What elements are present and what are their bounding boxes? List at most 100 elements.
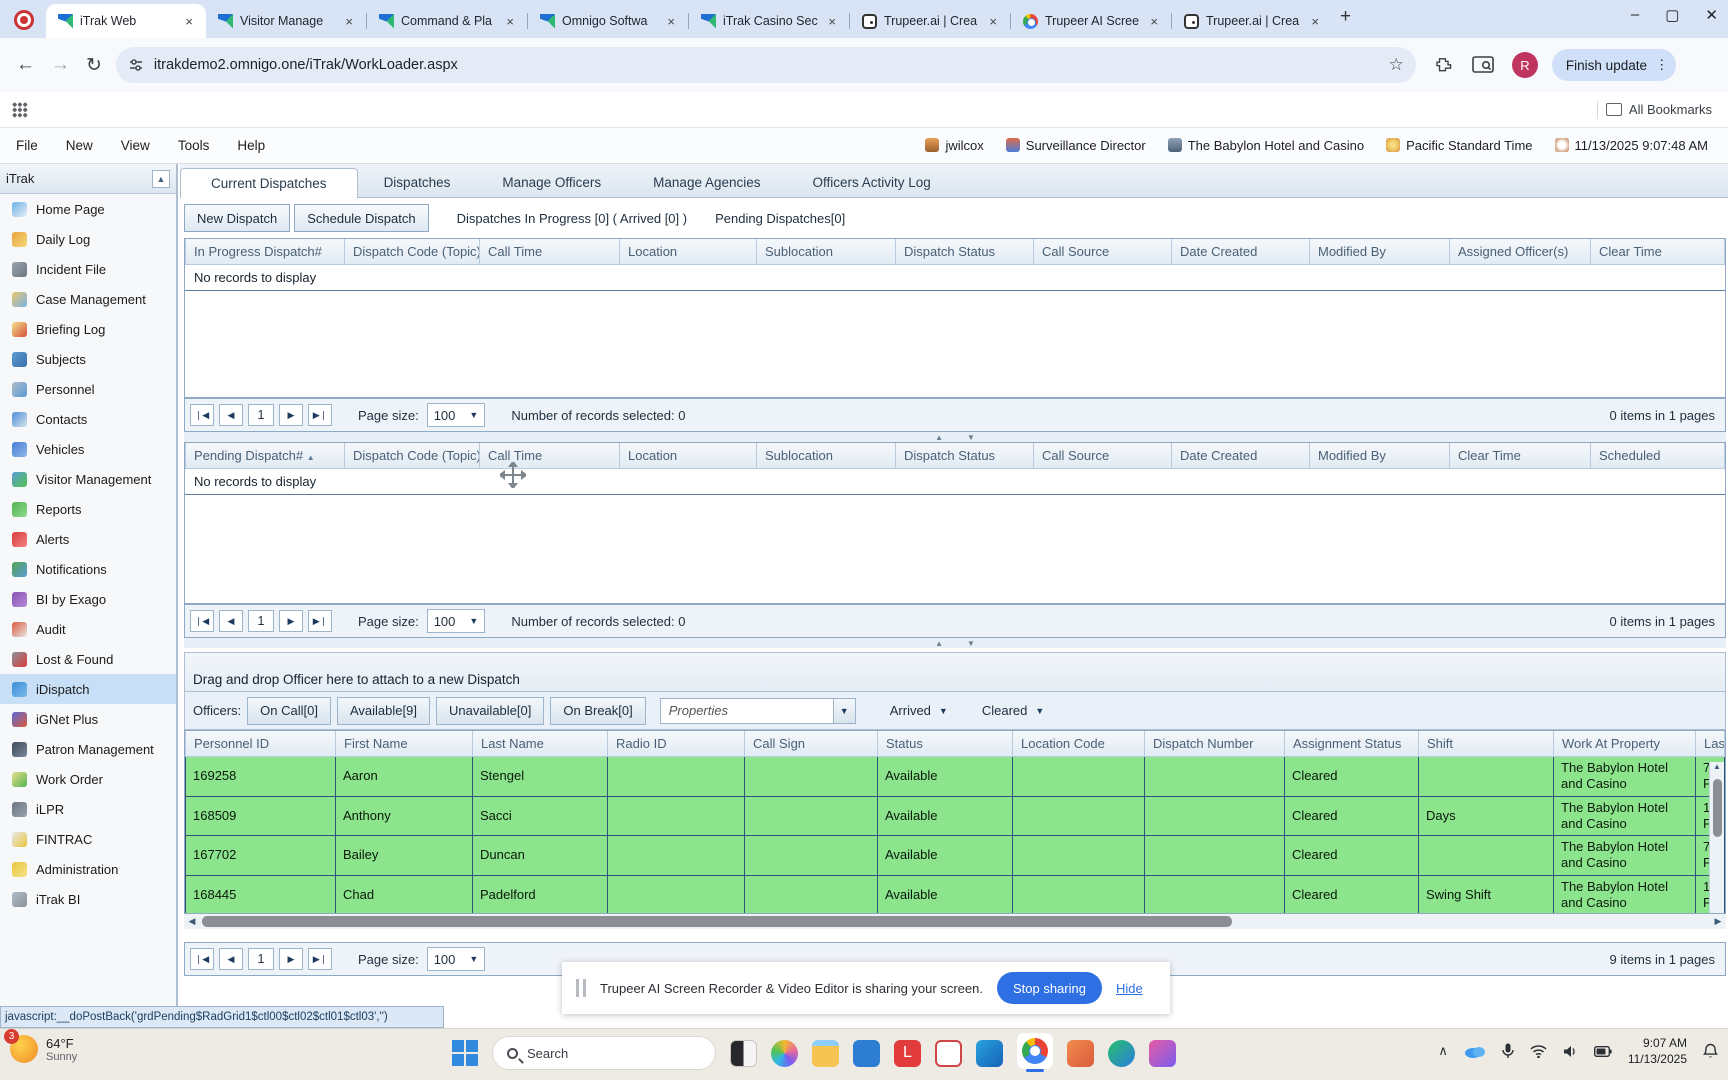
- sidebar-item-case-management[interactable]: Case Management: [0, 284, 176, 314]
- browser-tab-command-pla[interactable]: Command & Pla ×: [367, 4, 527, 38]
- col-date-created[interactable]: Date Created: [1172, 443, 1310, 469]
- page-number-input[interactable]: 1: [248, 610, 274, 632]
- bookmark-star-icon[interactable]: ☆: [1389, 55, 1404, 75]
- tab-close-icon[interactable]: ×: [503, 14, 517, 29]
- l-app-icon[interactable]: L: [894, 1040, 921, 1067]
- store-app-icon[interactable]: [853, 1040, 880, 1067]
- col-modified-by[interactable]: Modified By: [1310, 443, 1450, 469]
- page-size-select[interactable]: 100▼: [427, 947, 486, 971]
- col-call-source[interactable]: Call Source: [1034, 239, 1172, 265]
- col-date-created[interactable]: Date Created: [1172, 239, 1310, 265]
- sidebar-item-contacts[interactable]: Contacts: [0, 404, 176, 434]
- officer-row[interactable]: 167702BaileyDuncanAvailableClearedThe Ba…: [186, 836, 1725, 876]
- browser-tab-omnigo-software[interactable]: Omnigo Softwa ×: [528, 4, 688, 38]
- dispatches-in-progress-link[interactable]: Dispatches In Progress [0] ( Arrived [0]…: [457, 211, 687, 226]
- speaker-icon[interactable]: [1563, 1045, 1578, 1058]
- col-radio-id[interactable]: Radio ID: [608, 731, 745, 757]
- prev-page-button[interactable]: ◀: [219, 404, 243, 426]
- new-tab-button[interactable]: +: [1340, 6, 1351, 28]
- last-page-button[interactable]: ▶❘: [308, 948, 332, 970]
- sidebar-item-notifications[interactable]: Notifications: [0, 554, 176, 584]
- col-work-at-property[interactable]: Work At Property: [1554, 731, 1696, 757]
- sidebar-item-briefing-log[interactable]: Briefing Log: [0, 314, 176, 344]
- grid-splitter[interactable]: ▲▼: [184, 432, 1726, 442]
- url-text[interactable]: itrakdemo2.omnigo.one/iTrak/WorkLoader.a…: [154, 57, 1389, 73]
- col-dispatch-status[interactable]: Dispatch Status: [896, 443, 1034, 469]
- taskbar-clock[interactable]: 9:07 AM 11/13/2025: [1628, 1035, 1687, 1067]
- sidebar-item-work-order[interactable]: Work Order: [0, 764, 176, 794]
- sidebar-item-personnel[interactable]: Personnel: [0, 374, 176, 404]
- stop-sharing-button[interactable]: Stop sharing: [997, 972, 1102, 1004]
- scrollbar-thumb[interactable]: [202, 916, 1232, 927]
- microphone-icon[interactable]: [1502, 1043, 1514, 1059]
- sidebar-item-itrak-bi[interactable]: iTrak BI: [0, 884, 176, 914]
- col-dispatch-code[interactable]: Dispatch Code (Topic): [345, 239, 480, 265]
- sidebar-item-idispatch[interactable]: iDispatch: [0, 674, 176, 704]
- file-explorer-icon[interactable]: [812, 1040, 839, 1067]
- sidebar-item-ilpr[interactable]: iLPR: [0, 794, 176, 824]
- finish-update-button[interactable]: Finish update ⋮: [1552, 49, 1677, 81]
- meet-app-icon[interactable]: [1108, 1040, 1135, 1067]
- sidebar-item-visitor-management[interactable]: Visitor Management: [0, 464, 176, 494]
- sidebar-item-alerts[interactable]: Alerts: [0, 524, 176, 554]
- menu-view[interactable]: View: [121, 138, 150, 153]
- scrollbar-thumb[interactable]: [1713, 779, 1722, 837]
- pending-dispatches-link[interactable]: Pending Dispatches[0]: [715, 211, 845, 226]
- hide-banner-link[interactable]: Hide: [1116, 981, 1143, 996]
- col-shift[interactable]: Shift: [1419, 731, 1554, 757]
- mail-app-icon[interactable]: [976, 1040, 1003, 1067]
- tab-officers-activity-log[interactable]: Officers Activity Log: [787, 168, 957, 197]
- sidebar-collapse-button[interactable]: ▲: [152, 170, 170, 188]
- splitter-up-icon[interactable]: ▲: [935, 639, 943, 648]
- col-pending-dispatch[interactable]: Pending Dispatch# ▲: [186, 443, 345, 469]
- col-last-name[interactable]: Last Name: [473, 731, 608, 757]
- maximize-button[interactable]: ▢: [1665, 6, 1679, 24]
- tab-dispatches[interactable]: Dispatches: [358, 168, 477, 197]
- col-last-truncated[interactable]: Las: [1696, 731, 1725, 757]
- officer-row[interactable]: 168445ChadPadelfordAvailableClearedSwing…: [186, 875, 1725, 914]
- cleared-dropdown[interactable]: Cleared▼: [982, 703, 1044, 718]
- properties-combobox[interactable]: Properties ▼: [660, 698, 856, 724]
- col-sublocation[interactable]: Sublocation: [757, 239, 896, 265]
- col-in-progress-dispatch[interactable]: In Progress Dispatch#: [186, 239, 345, 265]
- sidebar-item-vehicles[interactable]: Vehicles: [0, 434, 176, 464]
- next-page-button[interactable]: ▶: [279, 948, 303, 970]
- browser-menu-kebab-icon[interactable]: ⋮: [1655, 57, 1669, 73]
- new-dispatch-button[interactable]: New Dispatch: [184, 204, 290, 232]
- scroll-right-icon[interactable]: ▶: [1710, 916, 1726, 927]
- sidebar-item-home-page[interactable]: Home Page: [0, 194, 176, 224]
- page-size-select[interactable]: 100▼: [427, 403, 486, 427]
- page-size-select[interactable]: 100▼: [427, 609, 486, 633]
- extensions-icon[interactable]: [1434, 55, 1454, 75]
- first-page-button[interactable]: ❘◀: [190, 948, 214, 970]
- col-location[interactable]: Location: [620, 443, 757, 469]
- sidebar-item-bi-by-exago[interactable]: BI by Exago: [0, 584, 176, 614]
- col-status[interactable]: Status: [878, 731, 1013, 757]
- splitter-down-icon[interactable]: ▼: [967, 433, 975, 442]
- col-dispatch-number[interactable]: Dispatch Number: [1145, 731, 1285, 757]
- col-assignment-status[interactable]: Assignment Status: [1285, 731, 1419, 757]
- menu-file[interactable]: File: [16, 138, 38, 153]
- last-page-button[interactable]: ▶❘: [308, 404, 332, 426]
- page-number-input[interactable]: 1: [248, 404, 274, 426]
- grid-splitter[interactable]: ▲▼: [184, 638, 1726, 648]
- scroll-left-icon[interactable]: ◀: [184, 916, 200, 927]
- back-icon[interactable]: ←: [16, 54, 35, 76]
- col-dispatch-status[interactable]: Dispatch Status: [896, 239, 1034, 265]
- officer-dragdrop-zone[interactable]: Drag and drop Officer here to attach to …: [184, 652, 1726, 692]
- col-dispatch-code[interactable]: Dispatch Code (Topic): [345, 443, 480, 469]
- combobox-arrow-icon[interactable]: ▼: [833, 699, 855, 723]
- col-first-name[interactable]: First Name: [336, 731, 473, 757]
- onedrive-icon[interactable]: [1464, 1044, 1486, 1058]
- tab-current-dispatches[interactable]: Current Dispatches: [180, 168, 358, 198]
- quest-app-icon[interactable]: [935, 1040, 962, 1067]
- tab-manage-agencies[interactable]: Manage Agencies: [627, 168, 786, 197]
- arrived-dropdown[interactable]: Arrived▼: [890, 703, 948, 718]
- filter-unavailable-button[interactable]: Unavailable[0]: [436, 697, 544, 725]
- widgets-app-icon[interactable]: [730, 1040, 757, 1067]
- tab-manage-officers[interactable]: Manage Officers: [476, 168, 627, 197]
- col-call-sign[interactable]: Call Sign: [745, 731, 878, 757]
- minimize-button[interactable]: –: [1631, 6, 1639, 24]
- sidebar-item-patron-management[interactable]: Patron Management: [0, 734, 176, 764]
- browser-tab-itrak-web[interactable]: iTrak Web ×: [46, 4, 206, 38]
